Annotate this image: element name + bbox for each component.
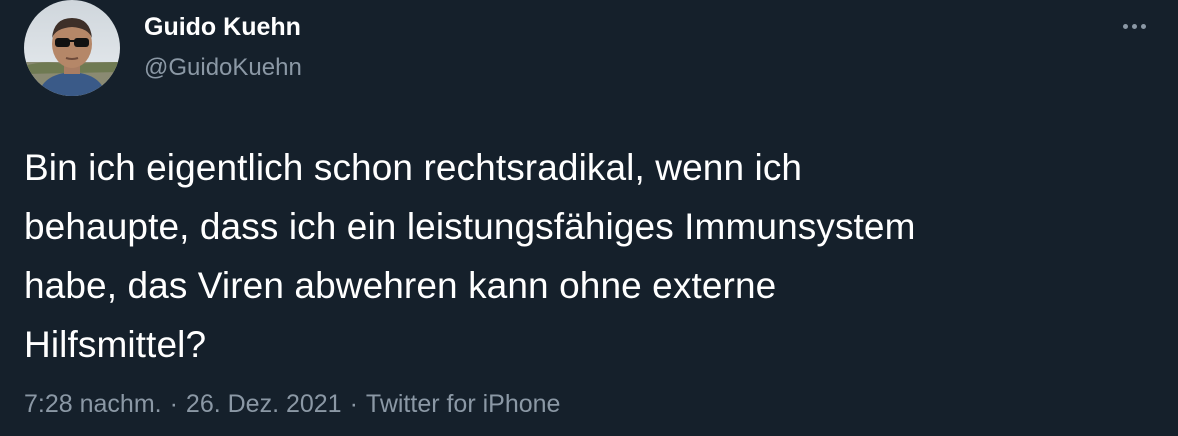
author-display-name[interactable]: Guido Kuehn: [144, 12, 301, 42]
author-block: Guido Kuehn @GuidoKuehn: [144, 12, 302, 82]
tweet-text: Bin ich eigentlich schon rechtsradikal, …: [24, 147, 916, 365]
avatar-image: [24, 0, 120, 96]
meta-separator-2: ·: [349, 390, 358, 418]
tweet-source-link[interactable]: Twitter for iPhone: [366, 390, 561, 418]
tweet-meta: 7:28 nachm. · 26. Dez. 2021 · Twitter for iP…: [24, 388, 560, 420]
meta-separator: ·: [169, 390, 178, 418]
author-handle[interactable]: @GuidoKuehn: [144, 54, 302, 82]
more-options-button[interactable]: [1112, 8, 1156, 44]
author-avatar[interactable]: [24, 0, 120, 96]
tweet-card: Guido Kuehn @GuidoKuehn Bin ich eigentli…: [0, 0, 1178, 436]
tweet-time-link[interactable]: 7:28 nachm.: [24, 390, 162, 418]
more-horizontal-icon: [1122, 23, 1146, 29]
tweet-date-link[interactable]: 26. Dez. 2021: [186, 390, 342, 418]
